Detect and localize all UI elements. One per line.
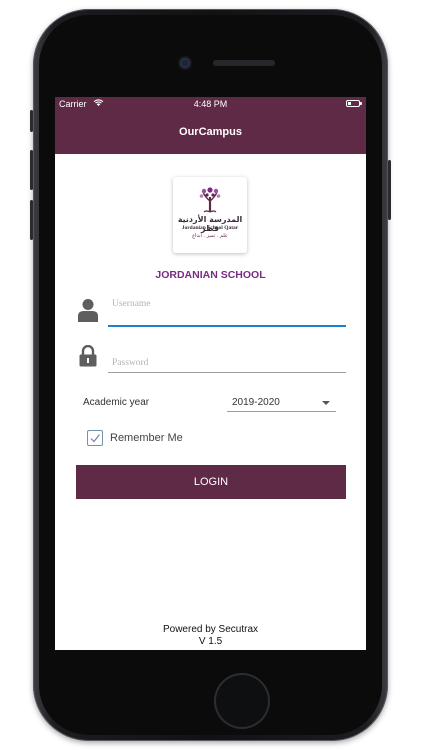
school-name: JORDANIAN SCHOOL	[155, 269, 266, 281]
battery-icon	[346, 100, 362, 107]
lock-icon	[79, 345, 97, 367]
dropdown-caret-icon	[322, 401, 330, 405]
powered-by-text: Powered by Secutrax	[162, 624, 259, 635]
username-underline	[108, 325, 346, 327]
volume-down-button	[30, 200, 33, 240]
home-button[interactable]	[214, 673, 270, 729]
nav-bar: OurCampus	[55, 112, 366, 154]
mute-switch	[30, 110, 33, 132]
tree-emblem-icon	[199, 187, 221, 213]
app-title: OurCampus	[179, 126, 242, 138]
password-field-wrapper	[108, 352, 346, 373]
user-icon	[78, 299, 98, 322]
status-time: 4:48 PM	[193, 99, 228, 109]
logo-motto: علم . تميز . ابداع	[192, 233, 228, 239]
password-input[interactable]	[108, 354, 346, 372]
volume-up-button	[30, 150, 33, 190]
academic-year-value: 2019-2020	[232, 397, 280, 408]
logo-english-name: Jordanian School Qatar	[181, 225, 239, 231]
version-text: V 1.5	[198, 636, 223, 647]
username-field-wrapper	[108, 293, 346, 327]
front-camera	[180, 58, 190, 68]
academic-year-select[interactable]: 2019-2020	[227, 391, 336, 412]
app-screen: Carrier 4:48 PM OurCampus المدرسة الأردن…	[55, 97, 366, 650]
power-button	[388, 160, 391, 220]
login-button[interactable]: LOGIN	[76, 465, 346, 499]
remember-me-label: Remember Me	[110, 432, 183, 444]
remember-me-checkbox[interactable]	[87, 430, 103, 446]
status-bar: Carrier 4:48 PM	[55, 97, 366, 112]
school-logo: المدرسة الأردنية قطر Jordanian School Qa…	[173, 177, 247, 253]
academic-year-label: Academic year	[83, 397, 150, 408]
checkmark-icon	[90, 434, 100, 443]
username-input[interactable]	[108, 296, 346, 312]
password-underline	[108, 372, 346, 373]
earpiece-speaker	[213, 60, 275, 66]
